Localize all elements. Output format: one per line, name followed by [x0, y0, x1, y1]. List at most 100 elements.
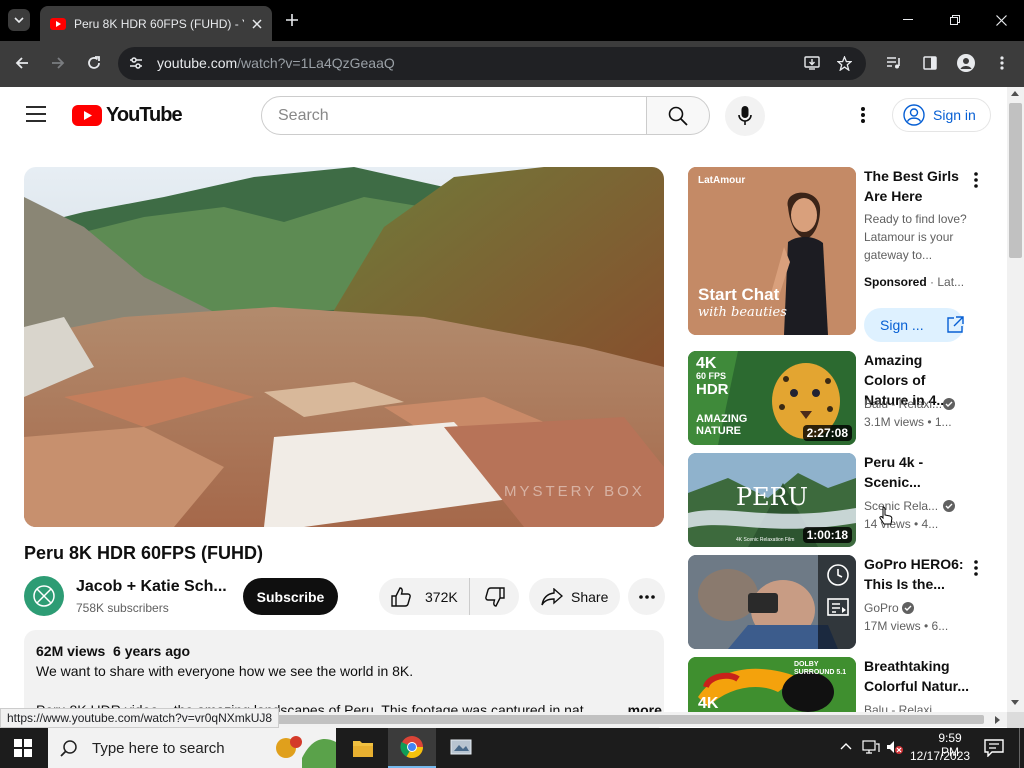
related-video-title[interactable]: GoPro HERO6: This Is the... — [864, 554, 969, 594]
video-duration: 1:00:18 — [802, 527, 852, 543]
verified-icon — [902, 602, 914, 614]
back-icon[interactable] — [12, 53, 32, 73]
browser-tab[interactable]: Peru 8K HDR 60FPS (FUHD) - Yo — [40, 6, 272, 41]
settings-more-icon[interactable] — [858, 106, 868, 124]
video-player[interactable]: MYSTERY BOX — [24, 167, 664, 527]
video-thumbnail[interactable]: 4K DOLBY SURROUND 5.1 — [688, 657, 856, 712]
reload-icon[interactable] — [84, 53, 104, 73]
app-taskbar-icon[interactable] — [450, 739, 472, 757]
thumbs-up-icon — [391, 586, 411, 607]
related-video-channel[interactable]: Balu - Relaxi... — [864, 395, 944, 413]
scrollbar-thumb[interactable] — [1009, 103, 1022, 258]
more-horizontal-icon — [638, 594, 655, 599]
ad-thumbnail[interactable]: LatAmour Start Chat with beauties — [688, 167, 856, 335]
thumb-badge-4k: 4K — [696, 355, 717, 372]
scroll-up-icon[interactable] — [1011, 91, 1019, 96]
related-video-meta: 3.1M views • 1... — [864, 415, 952, 429]
site-info-icon[interactable] — [126, 53, 146, 73]
ad-title[interactable]: The Best Girls Are Here — [864, 166, 969, 206]
chrome-taskbar-icon[interactable] — [388, 728, 436, 768]
thumb-overlay-subtitle: 4K Scenic Relaxation Film — [736, 537, 795, 543]
ad-brand: LatAmour — [698, 175, 746, 186]
related-video-title[interactable]: Breathtaking Colorful Natur... — [864, 656, 969, 696]
install-app-icon[interactable] — [802, 53, 822, 73]
thumb-overlay-2: NATURE — [696, 425, 742, 437]
channel-name[interactable]: Jacob + Katie Sch... — [76, 578, 226, 596]
side-panel-icon[interactable] — [920, 53, 940, 73]
close-window-icon[interactable] — [991, 10, 1011, 30]
taskbar-search-icon — [60, 740, 77, 757]
scroll-right-icon[interactable] — [995, 716, 1000, 724]
thumb-badge-hdr: HDR — [696, 381, 729, 398]
subscribe-button[interactable]: Subscribe — [243, 578, 338, 615]
subscriber-count: 758K subscribers — [76, 601, 169, 615]
video-title: Peru 8K HDR 60FPS (FUHD) — [24, 543, 264, 563]
microphone-icon — [738, 106, 752, 125]
share-label: Share — [571, 588, 609, 605]
search-button[interactable] — [646, 96, 710, 135]
related-video-title[interactable]: Peru 4k - Scenic... — [864, 452, 969, 492]
ad-cta-label: Sign ... — [880, 317, 924, 333]
video-thumbnail[interactable]: PERU 4K Scenic Relaxation Film 1:00:18 — [688, 453, 856, 547]
volume-muted-icon[interactable] — [886, 740, 904, 754]
new-tab-icon[interactable] — [282, 10, 302, 30]
minimize-icon[interactable] — [898, 10, 918, 30]
media-control-icon[interactable] — [884, 53, 904, 73]
video-frame — [24, 167, 664, 527]
more-actions-button[interactable] — [628, 578, 665, 615]
like-button[interactable]: 372K — [379, 578, 463, 615]
ad-cta-button[interactable]: Sign ... — [864, 308, 964, 342]
dislike-button[interactable] — [469, 578, 519, 615]
guide-menu-icon[interactable] — [26, 106, 46, 122]
description-text: We want to share with everyone how we se… — [36, 663, 414, 679]
add-to-queue-icon[interactable] — [826, 595, 850, 619]
video-watermark: MYSTERY BOX — [504, 483, 645, 500]
search-input[interactable]: Search — [261, 96, 647, 135]
account-icon — [903, 104, 925, 126]
like-count: 372K — [425, 588, 458, 605]
watch-later-icon[interactable] — [826, 563, 850, 587]
video-thumbnail[interactable] — [688, 555, 856, 649]
file-explorer-icon[interactable] — [352, 738, 374, 758]
ad-banner-line1: Start Chat — [698, 285, 780, 304]
open-external-icon — [946, 316, 964, 333]
profile-icon[interactable] — [956, 53, 976, 73]
search-placeholder: Search — [278, 106, 329, 124]
tray-overflow-icon[interactable] — [840, 742, 852, 750]
verified-icon — [943, 398, 955, 410]
channel-avatar[interactable] — [24, 576, 64, 616]
thumbs-down-icon — [484, 586, 505, 607]
related-video-channel[interactable]: GoPro — [864, 599, 904, 617]
youtube-logo-text: YouTube — [106, 104, 183, 126]
youtube-logo[interactable]: YouTube — [72, 104, 183, 127]
scroll-down-icon[interactable] — [1011, 700, 1019, 705]
clock-date[interactable]: 12/17/2023 — [910, 749, 970, 763]
taskbar-search-placeholder: Type here to search — [92, 739, 225, 757]
notifications-icon[interactable] — [984, 739, 1004, 757]
ad-menu-icon[interactable] — [966, 170, 986, 190]
youtube-logo-icon — [72, 105, 102, 126]
tab-close-icon[interactable] — [252, 18, 262, 29]
thumb-badge-4k: 4K — [698, 695, 719, 712]
network-icon[interactable] — [862, 740, 880, 754]
ad-sponsored: Sponsored · Lat... — [864, 275, 965, 289]
voice-search-button[interactable] — [725, 96, 765, 136]
start-button-icon[interactable] — [14, 739, 32, 757]
sign-in-button[interactable]: Sign in — [892, 98, 991, 132]
video-thumbnail[interactable]: 4K 60 FPS HDR AMAZING NATURE 2:27:08 — [688, 351, 856, 445]
tab-title: Peru 8K HDR 60FPS (FUHD) - Yo — [74, 16, 244, 31]
ad-banner-line2: with beauties — [698, 305, 787, 320]
bookmark-star-icon[interactable] — [834, 53, 854, 73]
restore-icon[interactable] — [945, 10, 965, 30]
mouse-cursor-icon — [878, 506, 894, 526]
tab-search-icon[interactable] — [8, 9, 30, 31]
related-video-channel[interactable]: Scenic Rela... — [864, 497, 940, 515]
sign-in-label: Sign in — [933, 107, 976, 123]
view-count-and-date: 62M views 6 years ago — [36, 643, 191, 659]
share-button[interactable]: Share — [529, 578, 620, 615]
forward-icon[interactable] — [48, 53, 68, 73]
search-highlight-icon — [272, 728, 336, 768]
video-menu-icon[interactable] — [966, 558, 986, 578]
show-desktop-button[interactable] — [1019, 728, 1024, 768]
chrome-menu-icon[interactable] — [992, 53, 1012, 73]
